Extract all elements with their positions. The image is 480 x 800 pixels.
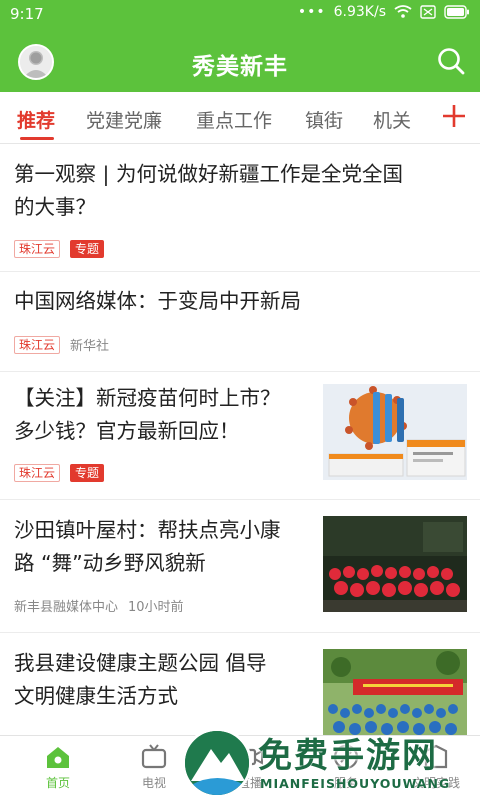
tab-key-work[interactable]: 重点工作 [196,106,272,133]
nav-home[interactable]: 首页 [18,742,98,791]
news-title: 我县建设健康主题公园 倡导 文明健康生活方式 [14,647,314,713]
tab-recommend[interactable]: 推荐 [17,106,55,133]
page-title: 秀美新丰 [192,54,288,80]
tab-party-building[interactable]: 党建党廉 [86,106,162,133]
news-title-line: 中国网络媒体：于变局中开新局 [14,289,301,313]
status-time: 9:17 [10,5,44,23]
battery-icon [444,5,469,19]
mountain-logo-icon [185,731,249,795]
active-tab-indicator [20,137,54,140]
source-tag: 珠江云 [14,335,61,354]
news-title-line: 我县建设健康主题公园 倡导 [14,651,267,675]
news-thumbnail-park [323,649,467,735]
topic-badge: 专题 [70,464,105,482]
watermark-logo [182,728,252,798]
status-icons: ••• 6.93K/s [298,4,470,20]
tv-icon [141,744,167,769]
app-header: 秀美新丰 [0,28,480,92]
news-title-line: 的大事？ [14,195,96,219]
news-meta: 珠江云 专题 [14,240,105,258]
news-thumbnail-dance [323,516,467,612]
watermark-text: 免费手游网 [258,736,438,776]
site-watermark: 免费手游网 MIANFEISHOUYOUWANG [182,726,478,800]
add-tab-icon[interactable] [440,102,468,130]
topic-badge: 专题 [70,240,105,258]
category-tabs: 推荐 党建党廉 重点工作 镇街 机关 [0,92,480,144]
wifi-icon [394,5,412,18]
search-icon[interactable] [436,46,466,76]
sim-icon [420,5,436,19]
source-tag: 珠江云 [14,464,61,482]
nav-home-label: 首页 [45,776,70,790]
news-item[interactable]: 我县建设健康主题公园 倡导 文明健康生活方式 [0,633,480,735]
news-title-line: 文明健康生活方式 [14,684,178,708]
tab-towns[interactable]: 镇街 [305,106,343,133]
network-speed: 6.93K/s [333,4,386,20]
source-tag: 珠江云 [14,240,61,258]
news-title-line: 路 “舞”动乡野风貌新 [14,551,206,575]
news-meta: 新丰县融媒体中心 10小时前 [14,596,184,615]
news-title-line: 沙田镇叶屋村：帮扶点亮小康 [14,518,281,542]
tab-agencies[interactable]: 机关 [373,106,411,133]
dance-group-image [323,516,467,612]
news-feed: 第一观察 | 为何说做好新疆工作是全党全国 的大事？ 珠江云 专题 中国网络媒体… [0,145,480,735]
news-meta: 珠江云 新华社 [14,335,109,354]
news-item[interactable]: 沙田镇叶屋村：帮扶点亮小康 路 “舞”动乡野风貌新 新丰县融媒体中心 10小时前 [0,500,480,633]
publish-time: 10小时前 [128,600,184,615]
news-title-line: 【关注】新冠疫苗何时上市？ [14,386,281,410]
news-title-line: 多少钱？官方最新回应！ [14,419,240,443]
news-meta: 珠江云 专题 [14,464,105,482]
news-title-line: 第一观察 | 为何说做好新疆工作是全党全国 [14,162,403,186]
publisher-name: 新丰县融媒体中心 [14,600,119,615]
home-icon [47,747,69,768]
publisher-name: 新华社 [70,339,110,354]
news-item[interactable]: 第一观察 | 为何说做好新疆工作是全党全国 的大事？ 珠江云 专题 [0,145,480,272]
vaccine-image [323,384,467,480]
news-item[interactable]: 中国网络媒体：于变局中开新局 珠江云 新华社 [0,272,480,372]
watermark-subtext: MIANFEISHOUYOUWANG [260,776,451,791]
news-title: 【关注】新冠疫苗何时上市？ 多少钱？官方最新回应！ [14,382,314,448]
news-thumbnail-vaccine [323,384,467,480]
news-title: 中国网络媒体：于变局中开新局 [14,285,464,318]
news-title: 第一观察 | 为何说做好新疆工作是全党全国 的大事？ [14,158,464,224]
news-item[interactable]: 【关注】新冠疫苗何时上市？ 多少钱？官方最新回应！ 珠江云 专题 [0,372,480,500]
park-crowd-image [323,649,467,735]
status-bar: 9:17 ••• 6.93K/s [0,0,480,28]
notification-dots: ••• [297,4,326,20]
news-title: 沙田镇叶屋村：帮扶点亮小康 路 “舞”动乡野风貌新 [14,514,314,580]
